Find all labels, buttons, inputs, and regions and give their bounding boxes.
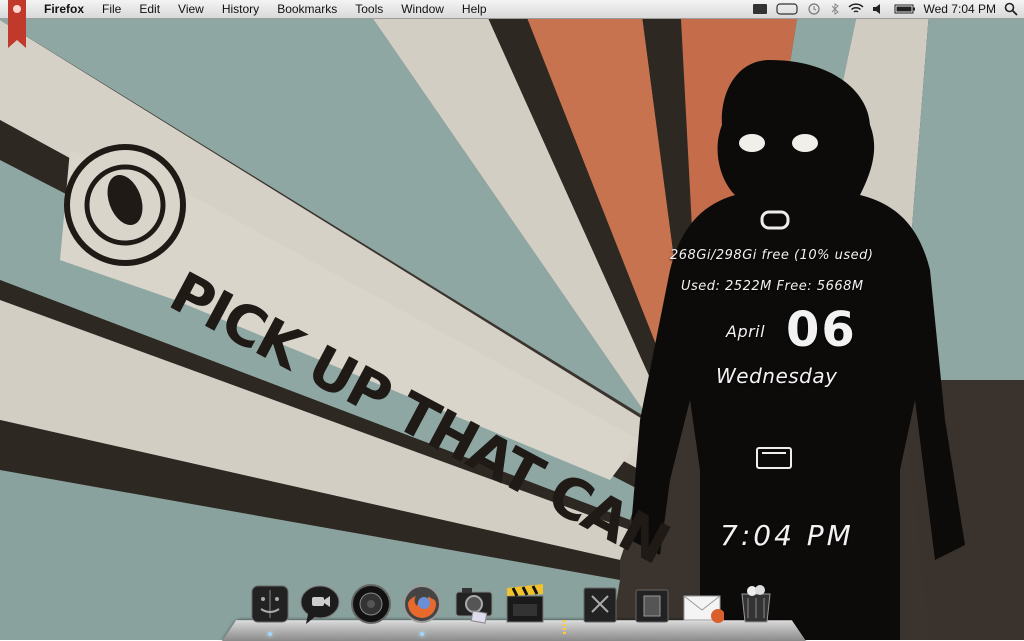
mail-icon [683, 595, 724, 623]
dock-item-camera[interactable] [452, 582, 496, 626]
dock-item-speaker[interactable] [349, 582, 393, 626]
battery-icon[interactable] [894, 3, 916, 15]
bluetooth-icon[interactable] [830, 3, 840, 15]
menu-window[interactable]: Window [392, 0, 453, 18]
dock [0, 576, 1024, 628]
ichat-icon [300, 585, 340, 624]
dock-item-documents[interactable] [630, 582, 674, 626]
bookmark-ribbon-icon [8, 0, 26, 48]
menu-file[interactable]: File [93, 0, 130, 18]
menu-view[interactable]: View [169, 0, 213, 18]
trash-icon [741, 585, 771, 623]
spotlight-search-icon[interactable] [1004, 2, 1018, 16]
wallpaper-art [0, 0, 1024, 640]
dock-item-final-cut[interactable] [503, 582, 547, 626]
finder-icon [251, 585, 289, 623]
dock-item-applications[interactable] [578, 582, 622, 626]
camera-icon [455, 588, 493, 624]
applications-folder-icon [583, 587, 617, 623]
final-cut-icon [506, 584, 544, 623]
menu-history[interactable]: History [213, 0, 268, 18]
display-icon[interactable] [752, 3, 768, 15]
finder-running-indicator [268, 632, 272, 636]
disk-usage-widget: 268Gi/298Gi free (10% used) [670, 248, 874, 263]
dock-item-firefox[interactable] [400, 582, 444, 626]
battery-widget-icon [756, 447, 792, 469]
memory-usage-widget: Used: 2522M Free: 5668M [681, 279, 864, 294]
calendar-day: 06 [786, 302, 857, 358]
menu-bookmarks[interactable]: Bookmarks [268, 0, 346, 18]
firefox-running-indicator [420, 632, 424, 636]
dock-item-mail[interactable] [680, 582, 724, 626]
menu-bar: Firefox File Edit View History Bookmarks… [0, 0, 1024, 19]
calendar-month: April [726, 322, 766, 341]
desktop-wallpaper [0, 0, 1024, 640]
dock-item-trash[interactable] [734, 582, 778, 626]
dock-separator [563, 620, 566, 634]
menu-help[interactable]: Help [453, 0, 496, 18]
documents-folder-icon [635, 589, 669, 623]
firefox-icon [403, 585, 441, 623]
time-machine-icon[interactable] [806, 3, 822, 15]
clock-widget: 7:04 PM [720, 519, 854, 552]
menu-edit[interactable]: Edit [130, 0, 169, 18]
volume-icon[interactable] [872, 3, 886, 15]
speaker-icon [351, 584, 391, 624]
calendar-weekday: Wednesday [716, 364, 838, 388]
menu-app-firefox[interactable]: Firefox [38, 0, 93, 18]
wifi-icon[interactable] [847, 3, 864, 15]
dock-item-finder[interactable] [248, 582, 292, 626]
window-icon[interactable] [775, 3, 798, 15]
menu-tools[interactable]: Tools [346, 0, 392, 18]
menubar-clock[interactable]: Wed 7:04 PM [924, 2, 996, 16]
dock-item-ichat[interactable] [298, 582, 342, 626]
